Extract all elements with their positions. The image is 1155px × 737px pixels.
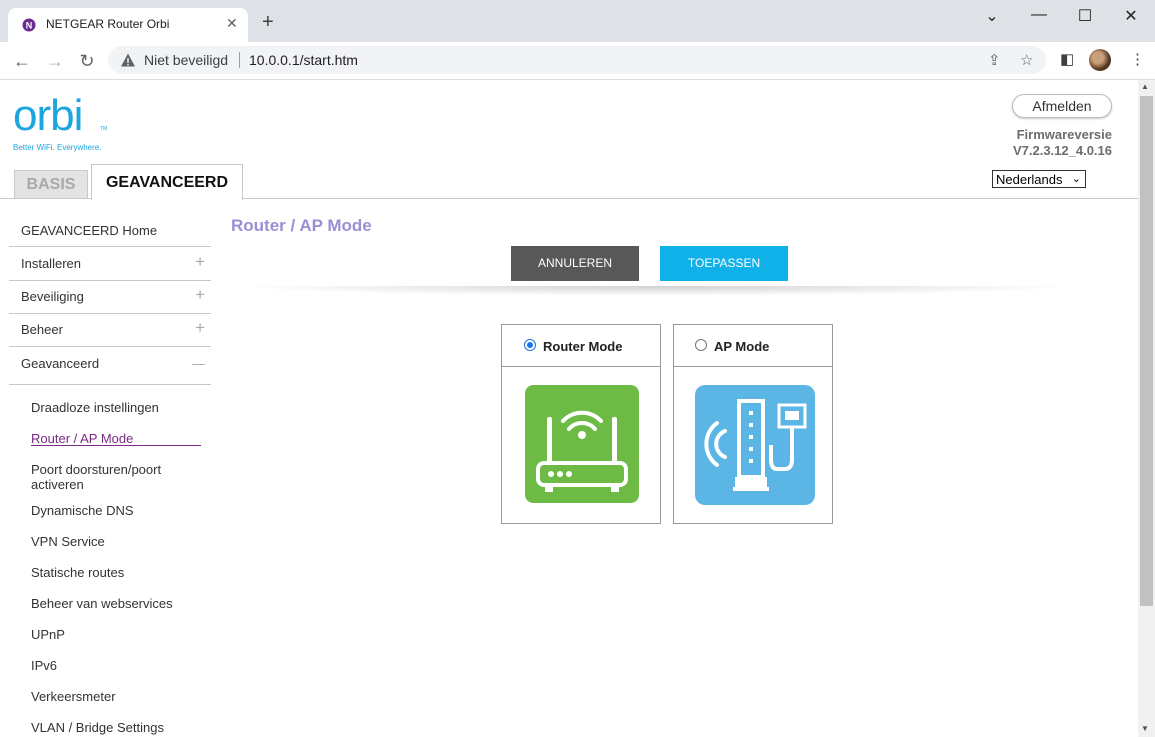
router-icon [525,385,639,503]
access-point-icon [695,385,815,505]
svg-text:N: N [26,21,33,31]
menu-kebab-icon[interactable]: ⋮ [1130,50,1145,68]
ap-mode-option[interactable]: AP Mode [673,324,833,524]
language-selected: Nederlands [996,172,1063,187]
logout-button[interactable]: Afmelden [1012,94,1112,118]
new-tab-icon[interactable]: + [262,12,274,32]
subitem-ipv6[interactable]: IPv6 [31,658,206,673]
reload-icon[interactable]: ↻ [75,49,99,73]
firmware-version: V7.2.3.12_4.0.16 [1012,143,1112,158]
expand-plus-icon: + [195,252,205,271]
sidebar-item-label: Installeren [21,256,81,271]
sidebar-item-setup[interactable]: Installeren + [9,248,211,281]
divider-shadow [231,286,1083,296]
scroll-down-icon[interactable]: ▼ [1141,724,1149,733]
sidebar-item-advanced-home[interactable]: GEAVANCEERD Home [9,215,211,247]
router-mode-header[interactable]: Router Mode [502,325,660,367]
tab-basic[interactable]: BASIS [14,170,88,199]
collapse-minus-icon: — [192,356,205,371]
close-window-icon[interactable]: ✕ [1116,6,1146,26]
url-text[interactable]: 10.0.0.1/start.htm [249,52,358,68]
minimize-icon[interactable]: — [1024,6,1054,24]
sidebar-item-administration[interactable]: Beheer + [9,314,211,347]
expand-plus-icon: + [195,285,205,304]
logo-trademark: TM [100,126,108,132]
cancel-button[interactable]: ANNULEREN [511,246,639,281]
subitem-router-ap-mode[interactable]: Router / AP Mode [31,431,206,446]
subitem-web-services[interactable]: Beheer van webservices [31,596,206,611]
subitem-vlan-bridge[interactable]: VLAN / Bridge Settings [31,720,206,735]
orbi-logo: orbi [13,91,83,140]
back-icon[interactable]: ← [10,49,34,73]
sidebar-item-advanced[interactable]: Geavanceerd — [9,347,211,385]
subitem-upnp[interactable]: UPnP [31,627,206,642]
logo-tagline: Better WiFi. Everywhere. [13,143,102,152]
profile-avatar[interactable] [1089,49,1111,71]
browser-toolbar: ← → ↻ Niet beveiligd 10.0.0.1/start.htm … [0,42,1155,80]
share-icon[interactable]: ⇪ [988,51,1001,69]
router-mode-label[interactable]: Router Mode [543,339,622,354]
ap-mode-header[interactable]: AP Mode [674,325,832,367]
sidebar-item-label: Beheer [21,322,63,337]
side-panel-icon[interactable]: ◧ [1060,50,1074,68]
router-mode-radio[interactable] [524,339,536,351]
expand-plus-icon: + [195,318,205,337]
ap-mode-label[interactable]: AP Mode [714,339,769,354]
sidebar-item-label: Beveiliging [21,289,84,304]
address-separator [239,52,240,68]
maximize-icon[interactable]: ☐ [1070,6,1100,26]
tab-title: NETGEAR Router Orbi [46,17,170,31]
active-indicator [31,445,201,446]
scroll-up-icon[interactable]: ▲ [1141,82,1149,91]
router-mode-option[interactable]: Router Mode [501,324,661,524]
forward-icon[interactable]: → [43,49,67,73]
subitem-port-forwarding[interactable]: Poort doorsturen/poort activeren [31,462,181,492]
apply-button[interactable]: TOEPASSEN [660,246,788,281]
chevron-down-icon: ⌄ [1071,173,1081,185]
language-select[interactable]: Nederlands ⌄ [992,170,1086,188]
scrollbar-thumb[interactable] [1140,96,1153,606]
tab-close-icon[interactable]: ✕ [226,15,238,32]
subitem-traffic-meter[interactable]: Verkeersmeter [31,689,206,704]
tab-search-icon[interactable]: ⌄ [977,6,1007,26]
netgear-favicon-icon: N [22,18,36,32]
router-admin-page: orbi TM Better WiFi. Everywhere. BASIS G… [0,80,1138,737]
address-bar[interactable]: Niet beveiligd 10.0.0.1/start.htm ⇪ ☆ [108,46,1046,74]
sidebar-item-label: Geavanceerd [21,356,100,371]
subitem-wireless-settings[interactable]: Draadloze instellingen [31,400,206,415]
sidebar-item-label: GEAVANCEERD Home [21,223,158,238]
browser-tab[interactable]: N NETGEAR Router Orbi ✕ [8,8,248,42]
page-title: Router / AP Mode [231,216,372,235]
tab-advanced[interactable]: GEAVANCEERD [91,164,243,200]
browser-tab-strip: N NETGEAR Router Orbi ✕ + ⌄ — ☐ ✕ [0,0,1155,42]
bookmark-star-icon[interactable]: ☆ [1020,51,1033,69]
not-secure-warning-icon[interactable] [120,52,136,68]
subitem-vpn-service[interactable]: VPN Service [31,534,206,549]
subitem-dynamic-dns[interactable]: Dynamische DNS [31,503,206,518]
not-secure-label[interactable]: Niet beveiligd [144,52,228,68]
subitem-static-routes[interactable]: Statische routes [31,565,206,580]
ap-mode-radio[interactable] [695,339,707,351]
sidebar-item-security[interactable]: Beveiliging + [9,281,211,314]
firmware-label: Firmwareversie [1016,127,1112,142]
